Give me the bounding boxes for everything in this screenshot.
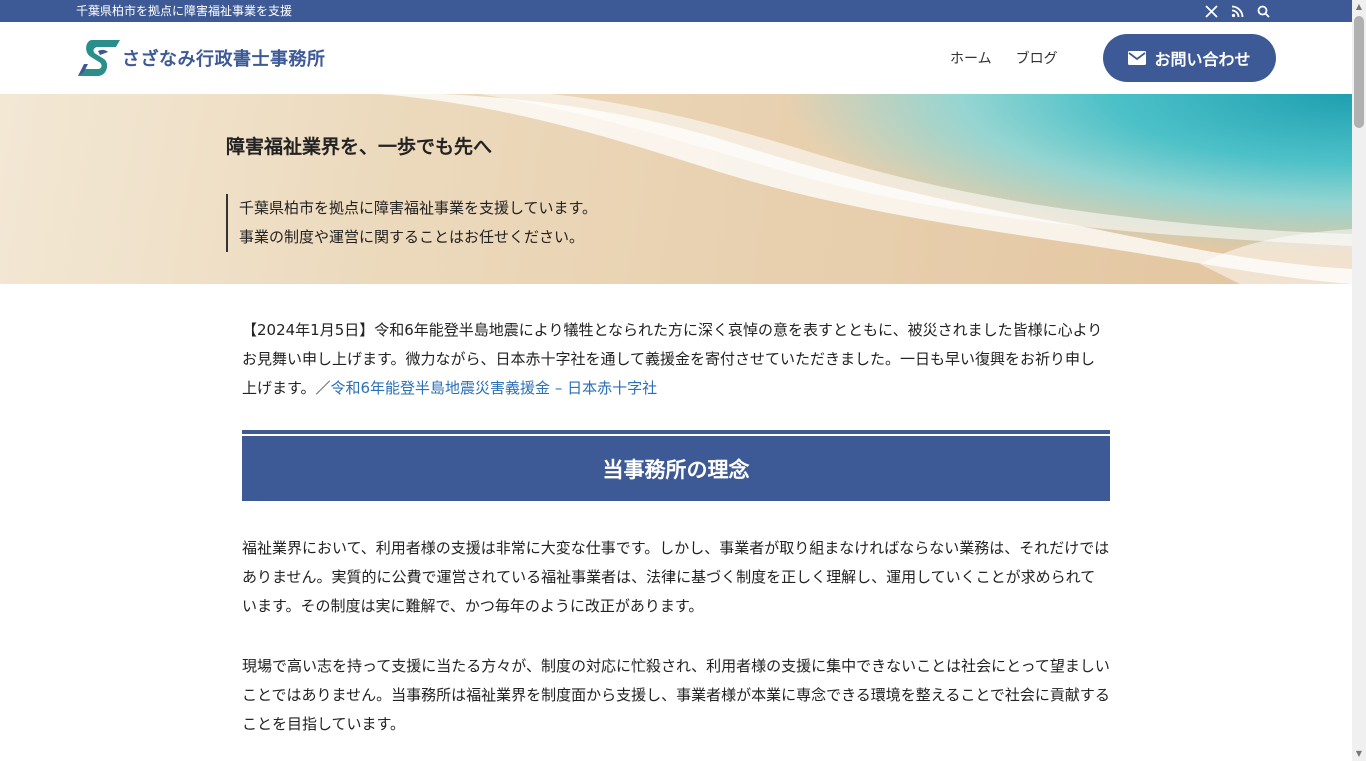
hero-subtitle: 千葉県柏市を拠点に障害福祉事業を支援しています。 事業の制度や運営に関することは… (226, 194, 597, 252)
philosophy-heading: 当事務所の理念 (602, 458, 750, 482)
notice-paragraph: 【2024年1月5日】令和6年能登半島地震により犠牲となられた方に深く哀悼の意を… (242, 316, 1110, 403)
logo-mark-icon (78, 40, 120, 76)
search-icon[interactable] (1256, 3, 1270, 19)
x-icon[interactable] (1204, 3, 1218, 19)
contact-button-label: お問い合わせ (1154, 50, 1251, 69)
hero-subtitle-line2: 事業の制度や運営に関することはお任せください。 (239, 228, 585, 246)
main-nav: ホーム ブログ (950, 22, 1082, 94)
hero-banner: 障害福祉業界を、一歩でも先へ 千葉県柏市を拠点に障害福祉事業を支援しています。 … (0, 94, 1352, 284)
scroll-down-icon[interactable]: ▼ (1355, 750, 1363, 758)
site-header: さざなみ行政書士事務所 ホーム ブログ お問い合わせ (0, 22, 1352, 94)
donation-link[interactable]: 令和6年能登半島地震災害義援金 – 日本赤十字社 (331, 379, 658, 397)
contact-button[interactable]: お問い合わせ (1103, 34, 1276, 82)
wave-foam-image (380, 94, 1352, 284)
hero-subtitle-line1: 千葉県柏市を拠点に障害福祉事業を支援しています。 (239, 199, 598, 217)
page-scrollbar[interactable]: ▲ ▼ (1352, 0, 1366, 761)
scroll-up-icon[interactable]: ▲ (1355, 3, 1363, 11)
site-logo[interactable]: さざなみ行政書士事務所 (76, 38, 326, 78)
scrollbar-thumb[interactable] (1354, 16, 1364, 128)
top-bar-tagline: 千葉県柏市を拠点に障害福祉事業を支援 (76, 4, 293, 18)
rss-icon[interactable] (1230, 3, 1244, 19)
mail-icon (1128, 51, 1147, 65)
nav-blog[interactable]: ブログ (1016, 48, 1058, 68)
top-bar: 千葉県柏市を拠点に障害福祉事業を支援 (0, 0, 1352, 22)
philosophy-paragraph-2: 現場で高い志を持って支援に当たる方々が、制度の対応に忙殺され、利用者様の支援に集… (242, 657, 1110, 733)
nav-home[interactable]: ホーム (950, 48, 992, 68)
philosophy-heading-block: 当事務所の理念 (242, 430, 1110, 501)
social-icons (1204, 3, 1270, 19)
site-name: さざなみ行政書士事務所 (122, 49, 326, 70)
philosophy-paragraph-1: 福祉業界において、利用者様の支援は非常に大変な仕事です。しかし、事業者が取り組ま… (242, 539, 1110, 615)
hero-title: 障害福祉業界を、一歩でも先へ (226, 136, 493, 158)
